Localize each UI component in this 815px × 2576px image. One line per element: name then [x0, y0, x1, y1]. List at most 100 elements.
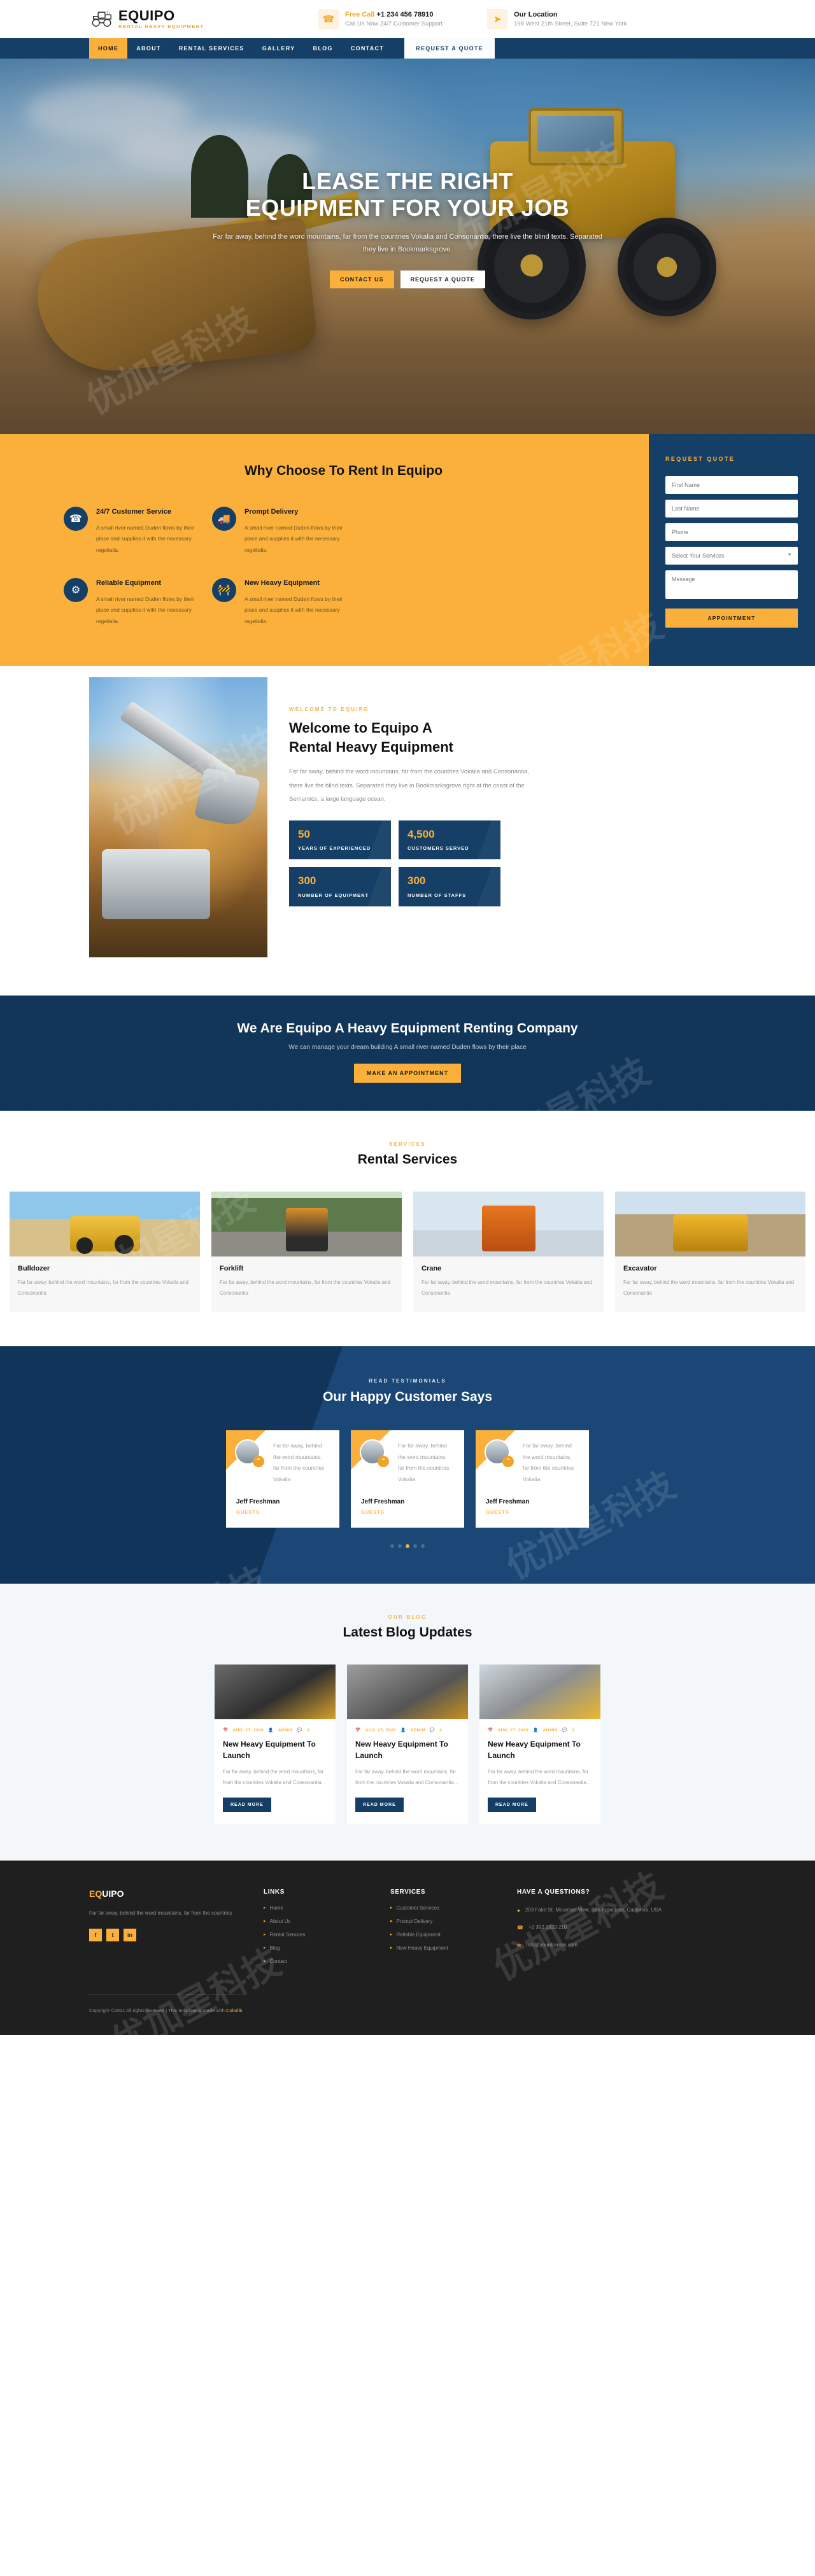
why-choose-heading: Why Choose To Rent In Equipo	[244, 463, 443, 478]
hero-contact-us-button[interactable]: CONTACT US	[330, 271, 394, 289]
welcome-heading: Welcome to Equipo A Rental Heavy Equipme…	[289, 719, 726, 756]
footer-service-item[interactable]: ▸ Customer Services	[390, 1904, 495, 1911]
stat-label: CUSTOMERS SERVED	[408, 845, 469, 852]
carousel-dot-active[interactable]	[406, 1544, 409, 1549]
footer-links-list: ▸ Home ▸ About Us ▸ Rental Services ▸ Blog ▸…	[264, 1904, 369, 1964]
footer-service-label: Customer Services	[396, 1904, 440, 1911]
carousel-dots[interactable]	[0, 1544, 815, 1549]
footer-link-label: Home	[269, 1904, 283, 1911]
crane-photo	[413, 1192, 604, 1257]
copyright-link[interactable]: Colorlib	[226, 2008, 242, 2013]
blog-card[interactable]: 📅 AUG. 27, 2020 👤 ADMIN 💬 3 New Heavy Eq…	[347, 1665, 468, 1824]
site-footer: EQUIPO Far far away, behind the word mou…	[0, 1860, 815, 2035]
footer-about-text: Far far away, behind the word mountains,…	[89, 1910, 232, 1916]
request-quote-panel: REQUEST QUOTE ▼ APPOINTMENT	[649, 434, 815, 666]
nav-item-blog[interactable]: BLOG	[304, 38, 342, 59]
blog-desc: Far far away, behind the word mountains,…	[355, 1769, 458, 1785]
carousel-dot[interactable]	[413, 1544, 417, 1549]
read-more-button[interactable]: READ MORE	[488, 1797, 536, 1812]
footer-link-label: About Us	[269, 1918, 291, 1924]
phone-icon: ☎	[318, 9, 339, 29]
read-more-button[interactable]: READ MORE	[355, 1797, 404, 1812]
service-card-bulldozer[interactable]: Bulldozer Far far away, behind the word …	[10, 1192, 200, 1312]
footer-link-item[interactable]: ▸ Blog	[264, 1945, 369, 1951]
twitter-icon[interactable]: t	[106, 1929, 119, 1942]
stat-years-experienced: 50 YEARS OF EXPERIENCED	[289, 820, 391, 860]
site-logo[interactable]: EQUIPO RENTAL HEAVY EQUIPMENT	[89, 9, 274, 29]
phone-input[interactable]	[665, 523, 798, 541]
make-appointment-button[interactable]: MAKE AN APPOINTMENT	[353, 1064, 462, 1083]
blog-eyebrow: OUR BLOG	[388, 1614, 427, 1621]
blog-meta: 📅 AUG. 27, 2020 👤 ADMIN 💬 3	[355, 1728, 460, 1733]
welcome-eyebrow: WELCOME TO EQUIPO	[289, 707, 369, 713]
footer-link-item[interactable]: ▸ About Us	[264, 1918, 369, 1924]
service-desc: Far far away, behind the word mountains,…	[422, 1279, 592, 1296]
footer-link-label: Rental Services	[269, 1931, 306, 1938]
nav-item-about[interactable]: ABOUT	[127, 38, 170, 59]
blog-card[interactable]: 📅 AUG. 27, 2020 👤 ADMIN 💬 3 New Heavy Eq…	[479, 1665, 600, 1824]
why-item-new-equipment: 🚧 New Heavy Equipment A small river name…	[212, 578, 344, 628]
carousel-dot[interactable]	[390, 1544, 394, 1549]
service-card-crane[interactable]: Crane Far far away, behind the word moun…	[413, 1192, 604, 1312]
appointment-submit-button[interactable]: APPOINTMENT	[665, 609, 798, 628]
blog-title[interactable]: New Heavy Equipment To Launch	[488, 1738, 592, 1761]
blog-title[interactable]: New Heavy Equipment To Launch	[355, 1738, 460, 1761]
chevron-right-icon: ▸	[264, 1959, 266, 1964]
footer-email[interactable]: ✉ info@yourdomain.com	[517, 1941, 676, 1950]
blog-title[interactable]: New Heavy Equipment To Launch	[223, 1738, 327, 1761]
bulldozer-snow-photo	[479, 1665, 600, 1720]
nav-item-contact[interactable]: CONTACT	[342, 38, 393, 59]
footer-link-item[interactable]: ▸ Home	[264, 1904, 369, 1911]
facebook-icon[interactable]: f	[89, 1929, 102, 1942]
footer-link-item[interactable]: ▸ Contact	[264, 1959, 369, 1964]
chevron-right-icon: ▸	[264, 1919, 266, 1924]
nav-item-home[interactable]: HOME	[89, 38, 128, 59]
why-item-title: Prompt Delivery	[244, 508, 299, 516]
footer-service-item[interactable]: ▸ New Heavy Equipment	[390, 1945, 495, 1951]
topbar-phone[interactable]: ☎ Free Call +1 234 456 78910 Call Us Now…	[318, 9, 443, 29]
services-eyebrow: SERVICES	[389, 1141, 426, 1148]
footer-service-item[interactable]: ▸ Prompt Delivery	[390, 1918, 495, 1924]
blog-desc: Far far away, behind the word mountains,…	[488, 1769, 591, 1785]
why-item-title: Reliable Equipment	[96, 579, 162, 588]
phone-label: Free Call	[345, 10, 375, 18]
excavator-working-image	[89, 677, 267, 958]
nav-request-quote-button[interactable]: REQUEST A QUOTE	[404, 38, 495, 59]
stat-number: 300	[298, 875, 316, 887]
first-name-input[interactable]	[665, 476, 798, 494]
footer-phone[interactable]: ☎ +2 392 3929 210	[517, 1923, 676, 1932]
chevron-right-icon: ▸	[264, 1946, 266, 1951]
welcome-heading-line2: Rental Heavy Equipment	[289, 738, 453, 755]
why-item-text: A small river named Duden flows by their…	[96, 524, 195, 554]
footer-services-list: ▸ Customer Services ▸ Prompt Delivery ▸ Rel…	[390, 1904, 495, 1951]
why-item-prompt-delivery: 🚚 Prompt Delivery A small river named Du…	[212, 507, 344, 556]
hero-title: LEASE THE RIGHT EQUIPMENT FOR YOUR JOB	[0, 168, 815, 222]
chevron-right-icon: ▸	[390, 1919, 393, 1924]
nav-item-gallery[interactable]: GALLERY	[253, 38, 304, 59]
hero-title-line1: LEASE THE RIGHT	[302, 168, 513, 194]
testimonial-card: “ Far far away, behind the word mountain…	[476, 1430, 589, 1528]
message-textarea[interactable]	[665, 570, 798, 599]
footer-logo-rest: UIPO	[102, 1888, 124, 1899]
linkedin-icon[interactable]: in	[124, 1929, 136, 1942]
service-title: Forklift	[220, 1265, 244, 1273]
service-card-forklift[interactable]: Forklift Far far away, behind the word m…	[211, 1192, 402, 1312]
footer-service-item[interactable]: ▸ Reliable Equipment	[390, 1932, 495, 1938]
hero-banner: LEASE THE RIGHT EQUIPMENT FOR YOUR JOB F…	[0, 59, 815, 434]
read-more-button[interactable]: READ MORE	[223, 1797, 271, 1812]
forklift-photo	[211, 1192, 402, 1257]
topbar-location[interactable]: ➤ Our Location 198 West 21th Street, Sui…	[487, 9, 627, 29]
last-name-input[interactable]	[665, 500, 798, 517]
footer-logo[interactable]: EQUIPO	[89, 1889, 242, 1899]
service-select[interactable]	[665, 547, 798, 565]
why-item-title: 24/7 Customer Service	[96, 508, 172, 516]
footer-link-item[interactable]: ▸ Rental Services	[264, 1932, 369, 1938]
carousel-dot[interactable]	[398, 1544, 402, 1549]
hero-request-quote-button[interactable]: REQUEST A QUOTE	[400, 271, 485, 289]
carousel-dot[interactable]	[421, 1544, 425, 1549]
blog-card[interactable]: 📅 AUG. 27, 2020 👤 ADMIN 💬 3 New Heavy Eq…	[215, 1665, 336, 1824]
chevron-right-icon: ▸	[390, 1946, 393, 1951]
service-card-excavator[interactable]: Excavator Far far away, behind the word …	[615, 1192, 805, 1312]
nav-item-rental-services[interactable]: RENTAL SERVICES	[170, 38, 253, 59]
hero-buttons: CONTACT US REQUEST A QUOTE	[0, 271, 815, 289]
